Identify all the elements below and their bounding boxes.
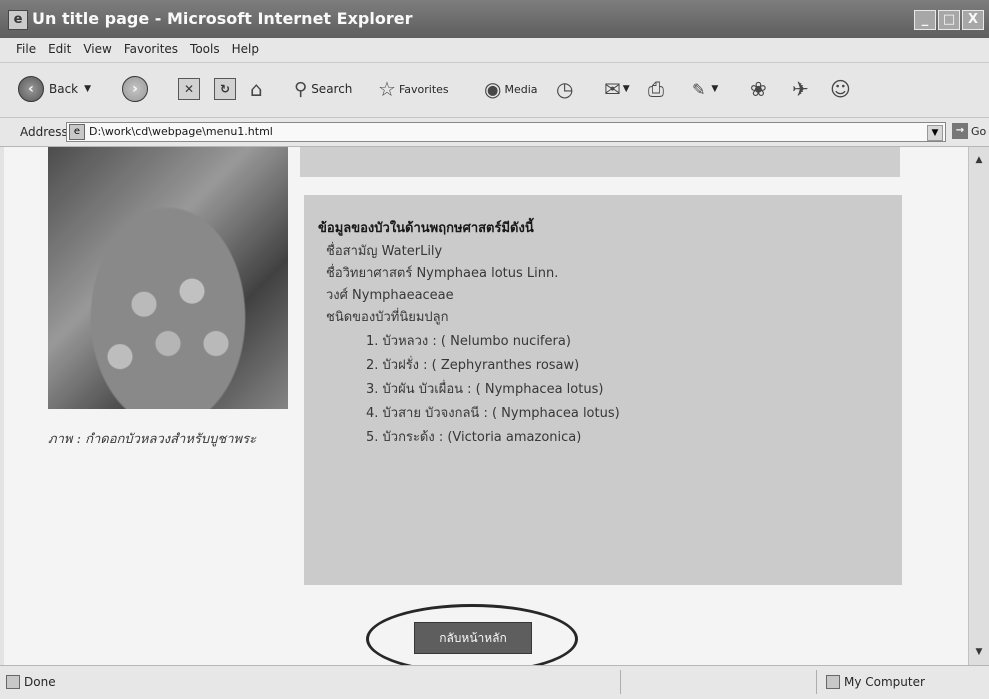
forward-arrow-icon: › bbox=[122, 76, 148, 102]
stop-icon: ✕ bbox=[178, 78, 200, 100]
lotus-type-item: 1. บัวหลวง : ( Nelumbo nucifera) bbox=[366, 334, 571, 349]
info-heading: ข้อมูลของบัวในด้านพฤกษศาสตร์มีดังนี้ bbox=[318, 221, 534, 236]
info-line: ชนิดของบัวที่นิยมปลูก bbox=[326, 310, 449, 325]
status-zone: My Computer bbox=[826, 675, 925, 689]
address-url: D:\work\cd\webpage\menu1.html bbox=[89, 125, 273, 138]
search-icon: ⚲ bbox=[294, 78, 308, 100]
address-bar: Address e D:\work\cd\webpage\menu1.html … bbox=[0, 118, 989, 147]
stop-button[interactable]: ✕ bbox=[178, 75, 200, 103]
maximize-button[interactable]: □ bbox=[938, 10, 960, 30]
print-icon: ⎙ bbox=[648, 77, 664, 101]
menu-favorites[interactable]: Favorites bbox=[118, 38, 184, 56]
vertical-scrollbar[interactable]: ▲ ▼ bbox=[968, 147, 989, 665]
flower-icon: ❀ bbox=[750, 77, 767, 101]
research-button[interactable]: ✈ bbox=[792, 75, 809, 103]
status-done: Done bbox=[6, 675, 56, 689]
status-divider bbox=[620, 670, 621, 694]
close-button[interactable]: X bbox=[962, 10, 984, 30]
menu-tools[interactable]: Tools bbox=[184, 38, 226, 56]
favorites-button[interactable]: ☆ Favorites bbox=[378, 75, 449, 103]
star-icon: ☆ bbox=[378, 77, 396, 101]
history-button[interactable]: ◷ bbox=[556, 75, 573, 103]
chevron-down-icon[interactable]: ▼ bbox=[927, 125, 943, 141]
status-divider bbox=[816, 670, 817, 694]
status-text: Done bbox=[24, 675, 56, 689]
lotus-type-item: 3. บัวผัน บัวเผื่อน : ( Nymphacea lotus) bbox=[366, 382, 604, 397]
ie-page-icon: e bbox=[8, 10, 28, 30]
minimize-button[interactable]: _ bbox=[914, 10, 936, 30]
home-icon: ⌂ bbox=[250, 77, 263, 101]
mail-icon: ✉ bbox=[604, 77, 621, 101]
print-button[interactable]: ⎙ bbox=[648, 75, 664, 103]
discuss-button[interactable]: ❀ bbox=[750, 75, 767, 103]
media-label: Media bbox=[504, 82, 538, 96]
info-line: วงศ์ Nymphaeaceae bbox=[326, 288, 454, 303]
menu-edit[interactable]: Edit bbox=[42, 38, 77, 56]
chevron-down-icon: ▼ bbox=[711, 84, 719, 94]
search-label: Search bbox=[311, 82, 353, 96]
back-to-home-button[interactable]: กลับหน้าหลัก bbox=[414, 622, 532, 654]
computer-icon bbox=[826, 675, 840, 689]
info-panel: ข้อมูลของบัวในด้านพฤกษศาสตร์มีดังนี้ ชื่… bbox=[304, 195, 902, 585]
edit-icon: ✎ bbox=[692, 79, 706, 99]
lotus-type-item: 5. บัวกระด้ง : (Victoria amazonica) bbox=[366, 430, 582, 445]
chevron-down-icon: ▼ bbox=[84, 84, 92, 94]
address-input[interactable]: e D:\work\cd\webpage\menu1.html ▼ bbox=[66, 122, 946, 142]
go-button[interactable]: → Go bbox=[952, 123, 986, 139]
zone-text: My Computer bbox=[844, 675, 925, 689]
menu-help[interactable]: Help bbox=[226, 38, 265, 56]
lotus-photo bbox=[48, 147, 288, 409]
lotus-type-item: 4. บัวสาย บัวจงกลนี : ( Nymphacea lotus) bbox=[366, 406, 620, 421]
plane-icon: ✈ bbox=[792, 77, 809, 101]
top-banner-band bbox=[300, 147, 900, 177]
forward-button[interactable]: › bbox=[122, 75, 148, 103]
favorites-label: Favorites bbox=[398, 82, 449, 96]
page-icon: e bbox=[69, 124, 85, 140]
messenger-button[interactable]: ☺ bbox=[830, 75, 851, 103]
scroll-down-icon[interactable]: ▼ bbox=[972, 645, 986, 659]
standard-toolbar: ‹ Back ▼ › ✕ ↻ ⌂ ⚲ Search ☆ Favorites ◉ … bbox=[0, 63, 989, 118]
messenger-icon: ☺ bbox=[830, 77, 851, 101]
browser-window: e Un title page - Microsoft Internet Exp… bbox=[0, 0, 989, 699]
refresh-icon: ↻ bbox=[214, 78, 236, 100]
refresh-button[interactable]: ↻ bbox=[214, 75, 236, 103]
history-icon: ◷ bbox=[556, 77, 574, 101]
page-content: ภาพ : กำดอกบัวหลวงสำหรับบูชาพระ ข้อมูลขอ… bbox=[4, 147, 968, 665]
menu-bar: File Edit View Favorites Tools Help bbox=[0, 38, 989, 63]
lotus-type-item: 2. บัวฝรั่ง : ( Zephyranthes rosaw) bbox=[366, 358, 580, 373]
go-arrow-icon: → bbox=[952, 123, 968, 139]
menu-view[interactable]: View bbox=[77, 38, 117, 56]
address-label: Address bbox=[20, 125, 68, 139]
media-button[interactable]: ◉ Media bbox=[484, 75, 538, 103]
status-bar: Done My Computer bbox=[0, 665, 989, 699]
go-label: Go bbox=[971, 124, 987, 138]
edit-button[interactable]: ✎ ▼ bbox=[692, 75, 718, 103]
back-arrow-icon: ‹ bbox=[18, 76, 44, 102]
chevron-down-icon: ▼ bbox=[622, 84, 630, 94]
search-button[interactable]: ⚲ Search bbox=[294, 75, 352, 103]
media-icon: ◉ bbox=[484, 77, 502, 101]
window-title: Un title page - Microsoft Internet Explo… bbox=[32, 9, 413, 28]
back-label: Back bbox=[49, 82, 79, 96]
photo-caption: ภาพ : กำดอกบัวหลวงสำหรับบูชาพระ bbox=[48, 432, 257, 447]
back-button[interactable]: ‹ Back ▼ bbox=[18, 75, 91, 103]
menu-file[interactable]: File bbox=[10, 38, 42, 56]
home-button[interactable]: ⌂ bbox=[250, 75, 263, 103]
scroll-up-icon[interactable]: ▲ bbox=[972, 153, 986, 167]
info-line: ชื่อวิทยาศาสตร์ Nymphaea lotus Linn. bbox=[326, 266, 559, 281]
mail-button[interactable]: ✉ ▼ bbox=[604, 75, 630, 103]
page-done-icon bbox=[6, 675, 20, 689]
info-line: ชื่อสามัญ WaterLily bbox=[326, 244, 443, 259]
title-bar: e Un title page - Microsoft Internet Exp… bbox=[0, 0, 989, 38]
